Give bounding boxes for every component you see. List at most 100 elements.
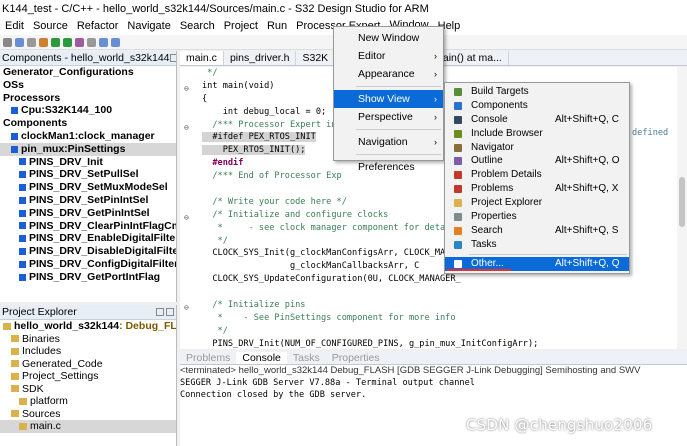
minimize-icon[interactable]	[156, 308, 164, 316]
view-item-build-targets[interactable]: Build Targets	[445, 85, 629, 99]
view-item-label: Tasks	[471, 238, 497, 250]
shortcut-label: Alt+Shift+Q, O	[555, 155, 620, 167]
external-tools-icon[interactable]	[75, 37, 84, 47]
window-menu: New Window Editor › Appearance › Show View › Pe…	[333, 26, 444, 173]
tree-item[interactable]: pin_mux:PinSettings	[0, 142, 176, 156]
menu-item-show-view[interactable]: Show View ›	[334, 90, 443, 108]
console-tab-console[interactable]: Console	[236, 351, 287, 364]
view-item-label: Project Explorer	[471, 197, 543, 209]
scrollbar-thumb[interactable]	[679, 177, 685, 227]
tree-item[interactable]: PINS_DRV_ConfigDigitalFilter	[0, 258, 176, 271]
project-tree-item[interactable]: platform	[0, 395, 176, 408]
tree-item-label: PINS_DRV_ConfigDigitalFilter	[29, 257, 177, 270]
view-item-search[interactable]: Search Alt+Shift+Q, S	[445, 224, 629, 238]
menu-item-preferences[interactable]: Preferences	[334, 158, 443, 176]
editor-scrollbar[interactable]	[677, 67, 687, 349]
minimize-icon[interactable]	[169, 54, 176, 62]
project-tree-item[interactable]: SDK	[0, 383, 176, 396]
tree-item[interactable]: PINS_DRV_EnableDigitalFilter	[0, 232, 176, 245]
search-icon[interactable]	[87, 37, 96, 47]
console-tab-properties[interactable]: Properties	[326, 352, 386, 364]
tree-item-label: PINS_DRV_SetMuxModeSel	[29, 181, 168, 194]
view-item-navigator[interactable]: Navigator	[445, 141, 629, 155]
view-item-project-explorer[interactable]: Project Explorer	[445, 196, 629, 210]
menu-run[interactable]: Run	[262, 18, 291, 34]
view-item-outline[interactable]: Outline Alt+Shift+Q, O	[445, 154, 629, 168]
code-line: ⊖ /* Initialize pins	[180, 299, 687, 312]
view-icon	[454, 213, 462, 222]
view-icon	[454, 88, 462, 96]
tree-item[interactable]: clockMan1:clock_manager	[0, 130, 176, 143]
view-icon	[454, 226, 462, 235]
menu-separator	[356, 129, 441, 130]
project-tree-item[interactable]: Project_Settings	[0, 370, 176, 383]
view-item-problem-details[interactable]: Problem Details	[445, 168, 629, 182]
editor-tab[interactable]: pins_driver.h	[224, 51, 297, 65]
project-tree-item[interactable]: hello_world_s32k144: Debug_FLASH	[0, 320, 176, 333]
tree-item[interactable]: Cpu:S32K144_100	[0, 104, 176, 117]
view-item-problems[interactable]: Problems Alt+Shift+Q, X	[445, 182, 629, 196]
editor-tab[interactable]: S32K	[296, 51, 336, 65]
menu-item-appearance[interactable]: Appearance ›	[334, 65, 443, 83]
view-item-label: Include Browser	[471, 127, 543, 139]
view-item-properties[interactable]: Properties	[445, 210, 629, 224]
code-text: PINS_DRV_Init(NUM_OF_CONFIGURED_PINS, g_…	[202, 338, 539, 349]
menu-item-editor[interactable]: Editor ›	[334, 47, 443, 65]
new-icon[interactable]	[3, 37, 12, 47]
menu-source[interactable]: Source	[28, 18, 72, 34]
forward-icon[interactable]	[111, 37, 120, 47]
view-item-components[interactable]: Components	[445, 99, 629, 113]
menu-item-perspective[interactable]: Perspective ›	[334, 108, 443, 126]
tree-item[interactable]: PINS_DRV_GetPinIntSel	[0, 207, 176, 220]
build-icon[interactable]	[39, 37, 48, 47]
save-icon[interactable]	[15, 37, 24, 47]
chevron-right-icon: ›	[434, 94, 437, 104]
run-icon[interactable]	[63, 37, 72, 47]
menu-item-navigation[interactable]: Navigation ›	[334, 133, 443, 151]
menu-project[interactable]: Project	[219, 18, 262, 34]
component-icon	[11, 132, 18, 140]
console-tab-problems[interactable]: Problems	[180, 352, 236, 364]
code-text: int debug_local = 0;	[202, 106, 327, 117]
print-icon[interactable]	[27, 37, 36, 47]
tree-item[interactable]: Generator_Configurations	[0, 66, 176, 79]
view-item-console[interactable]: Console Alt+Shift+Q, C	[445, 113, 629, 127]
view-item-label: Navigator	[471, 141, 514, 153]
chevron-right-icon: ›	[434, 112, 437, 122]
tree-item[interactable]: OSs	[0, 79, 176, 92]
menu-navigate[interactable]: Navigate	[122, 18, 174, 34]
menu-refactor[interactable]: Refactor	[72, 18, 123, 34]
project-tree-item[interactable]: Binaries	[0, 333, 176, 346]
defined-annotation: defined	[632, 128, 669, 138]
components-panel-header: Components - hello_world_s32k144	[0, 51, 176, 66]
components-panel-title: Components - hello_world_s32k144	[2, 52, 170, 64]
view-item-tasks[interactable]: Tasks	[445, 238, 629, 252]
tree-item[interactable]: PINS_DRV_ClearPinIntFlagCmd	[0, 220, 176, 233]
folder-icon	[11, 347, 19, 355]
project-tree-item[interactable]: Sources	[0, 408, 176, 421]
view-item-label: Problem Details	[471, 169, 542, 181]
tree-item[interactable]: PINS_DRV_DisableDigitalFilter	[0, 245, 176, 258]
project-tree-item[interactable]: Includes	[0, 345, 176, 358]
project-tree-item[interactable]: Generated_Code	[0, 358, 176, 371]
menu-search[interactable]: Search	[175, 18, 219, 34]
project-tree-item[interactable]: main.c	[0, 420, 176, 433]
menu-item-new-window[interactable]: New Window	[334, 29, 443, 47]
console-line: <terminated> hello_world_s32k144 Debug_F…	[180, 365, 641, 376]
back-icon[interactable]	[99, 37, 108, 47]
menu-edit[interactable]: Edit	[0, 18, 28, 34]
debug-icon[interactable]	[51, 37, 60, 47]
project-item-label: Sources	[22, 407, 61, 420]
view-item-include-browser[interactable]: Include Browser	[445, 127, 629, 141]
tree-item[interactable]: PINS_DRV_SetPullSel	[0, 168, 176, 181]
menu-item-label: Show View	[358, 93, 410, 105]
editor-tab[interactable]: main.c	[180, 51, 224, 65]
tree-item[interactable]: Components	[0, 117, 176, 130]
console-tab-tasks[interactable]: Tasks	[287, 352, 326, 364]
tree-item[interactable]: PINS_DRV_Init	[0, 156, 176, 169]
tree-item[interactable]: Processors	[0, 92, 176, 105]
maximize-icon[interactable]	[166, 308, 174, 316]
tree-item[interactable]: PINS_DRV_GetPortIntFlag	[0, 271, 176, 284]
tree-item[interactable]: PINS_DRV_SetMuxModeSel	[0, 181, 176, 194]
tree-item[interactable]: PINS_DRV_SetPinIntSel	[0, 194, 176, 207]
